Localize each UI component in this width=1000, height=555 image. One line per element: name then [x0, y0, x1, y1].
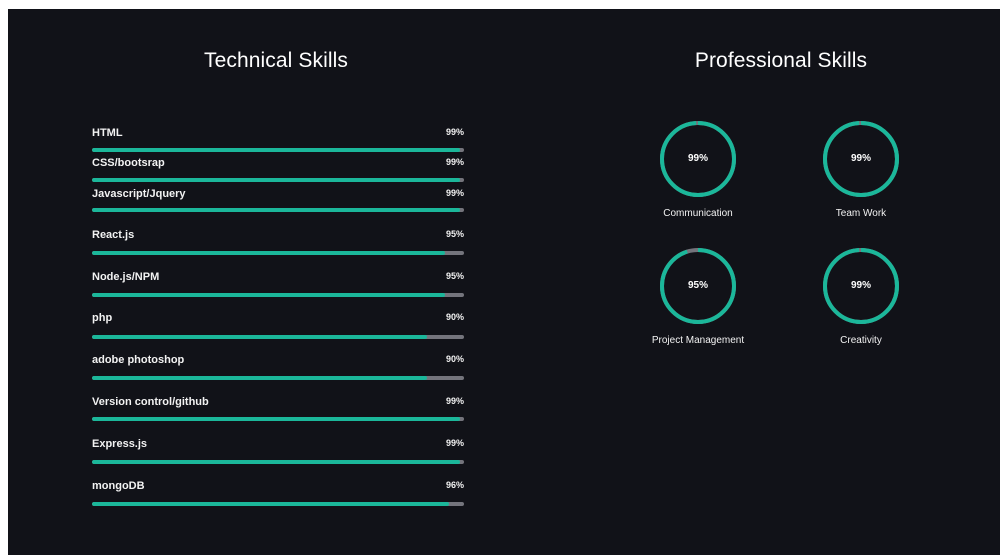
skill-row-photoshop: adobe photoshop 90%	[92, 354, 464, 384]
skill-row-react: React.js 95%	[92, 229, 464, 259]
circle-skill-label: Communication	[663, 208, 733, 219]
circle-skill-label: Team Work	[835, 208, 887, 219]
skill-percent: 90%	[445, 354, 464, 364]
skill-name: adobe photoshop	[92, 354, 185, 366]
professional-skills-title: Professional Skills	[694, 49, 868, 72]
skill-name: Express.js	[92, 438, 148, 450]
skill-percent: 99%	[445, 127, 464, 137]
circle-skill-label: Creativity	[840, 335, 882, 346]
skill-progress-fill	[92, 293, 446, 297]
skill-progress-fill	[92, 208, 461, 212]
ring-percent: 99%	[850, 153, 871, 164]
skill-name: mongoDB	[92, 480, 145, 492]
skill-progress-track	[92, 293, 464, 297]
skill-row-github: Version control/github 99%	[92, 396, 464, 426]
circle-skill-communication: 99% Communication	[638, 119, 758, 229]
skill-progress-track	[92, 178, 464, 182]
skill-row-node: Node.js/NPM 95%	[92, 271, 464, 301]
skill-percent: 99%	[445, 396, 464, 406]
skill-row-html: HTML 99%	[92, 127, 464, 157]
progress-ring: 95%	[658, 246, 738, 326]
skill-percent: 95%	[445, 229, 464, 239]
skill-name: CSS/bootsrap	[92, 157, 165, 169]
progress-ring: 99%	[821, 119, 901, 199]
skill-progress-track	[92, 251, 464, 255]
skill-name: HTML	[92, 127, 123, 139]
skill-progress-track	[92, 417, 464, 421]
skill-name: php	[92, 312, 113, 324]
skill-progress-track	[92, 376, 464, 380]
skill-progress-track	[92, 460, 464, 464]
circle-skill-label: Project Management	[651, 335, 745, 346]
skill-row-express: Express.js 99%	[92, 438, 464, 468]
skill-row-mongodb: mongoDB 96%	[92, 480, 464, 510]
skill-progress-fill	[92, 417, 461, 421]
skill-name: Javascript/Jquery	[92, 188, 186, 200]
skill-name: React.js	[92, 229, 135, 241]
skill-progress-fill	[92, 376, 427, 380]
skill-progress-track	[92, 148, 464, 152]
skill-name: Node.js/NPM	[92, 271, 160, 283]
skill-progress-fill	[92, 335, 427, 339]
technical-skills-list: HTML 99% CSS/bootsrap 99% Javascript/Jqu…	[92, 9, 464, 555]
skill-progress-track	[92, 502, 464, 506]
skill-percent: 95%	[445, 271, 464, 281]
circle-skill-team-work: 99% Team Work	[801, 119, 921, 229]
circle-skill-creativity: 99% Creativity	[801, 246, 921, 356]
skill-row-php: php 90%	[92, 312, 464, 342]
skill-name: Version control/github	[92, 396, 209, 408]
skill-percent: 90%	[445, 312, 464, 322]
skill-progress-fill	[92, 178, 461, 182]
progress-ring: 99%	[821, 246, 901, 326]
skill-progress-fill	[92, 460, 461, 464]
ring-percent: 99%	[850, 280, 871, 291]
skill-row-javascript: Javascript/Jquery 99%	[92, 188, 464, 218]
skill-percent: 99%	[445, 188, 464, 198]
skill-progress-fill	[92, 251, 446, 255]
skill-percent: 99%	[445, 438, 464, 448]
skill-progress-track	[92, 335, 464, 339]
professional-skills-grid: 99% Communication 99% Team Work 95% Proj…	[638, 119, 938, 379]
skill-progress-fill	[92, 148, 461, 152]
skill-row-css: CSS/bootsrap 99%	[92, 157, 464, 187]
circle-skill-project-management: 95% Project Management	[638, 246, 758, 356]
ring-percent: 99%	[687, 153, 708, 164]
skill-progress-fill	[92, 502, 450, 506]
skill-percent: 96%	[445, 480, 464, 490]
skill-progress-track	[92, 208, 464, 212]
progress-ring: 99%	[658, 119, 738, 199]
ring-percent: 95%	[687, 280, 708, 291]
skills-panel: Technical Skills Professional Skills HTM…	[8, 9, 1000, 555]
skill-percent: 99%	[445, 157, 464, 167]
